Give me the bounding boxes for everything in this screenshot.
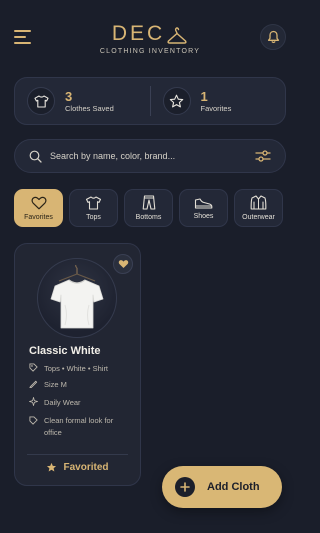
category-tabs: Favorites Tops Bottoms Shoes Outerwear [14,189,283,227]
white-tshirt-image [50,265,104,329]
item-occasion-text: Daily Wear [44,398,81,407]
item-tags: Tops • White • Shirt [29,363,108,375]
heart-icon [31,196,46,209]
favorited-label: Favorited [63,462,109,473]
add-cloth-button[interactable]: Add Cloth [162,466,282,508]
item-size-text: Size M [44,380,67,389]
pants-icon [142,195,155,210]
ruler-pencil-icon [29,380,38,388]
jacket-icon [250,195,267,210]
star-filled-icon [47,462,57,472]
card-divider [27,454,128,455]
brand-header: DEC CLOTHING INVENTORY [0,22,300,55]
search-bar [14,139,286,173]
tab-label: Favorites [24,213,53,221]
tab-outerwear[interactable]: Outerwear [234,189,283,227]
stat-favorites: 1 Favorites [151,87,286,115]
search-input[interactable] [50,151,255,161]
tab-label: Bottoms [135,214,162,221]
search-icon [29,150,42,163]
tab-tops[interactable]: Tops [69,189,118,227]
item-occasion: Daily Wear [29,397,81,409]
saved-count: 3 [65,88,73,104]
tab-bottoms[interactable]: Bottoms [124,189,173,227]
add-cloth-label: Add Cloth [207,481,260,493]
item-tags-text: Tops • White • Shirt [44,364,109,373]
tab-label: Outerwear [242,214,275,221]
favorite-toggle-button[interactable] [113,254,133,274]
favorites-count: 1 [200,88,208,104]
clothes-hanger-icon [167,27,187,44]
brand-subtitle: CLOTHING INVENTORY [99,48,201,55]
shoe-icon [194,197,213,209]
shirt-icon [85,195,102,210]
filter-sliders-icon[interactable] [255,149,271,163]
favorites-label: Favorites [200,103,232,113]
item-note-text: Clean formal look for office [44,416,114,437]
brand-title: DEC [111,22,166,45]
star-icon [162,87,191,115]
tab-shoes[interactable]: Shoes [179,189,228,227]
stat-clothes-saved: 3 Clothes Saved [15,87,150,115]
label-tag-icon [29,416,38,425]
stats-card: 3 Clothes Saved 1 Favorites [14,77,286,125]
tab-label: Shoes [193,212,214,220]
favorited-status: Favorited [15,462,140,473]
tab-label: Tops [86,213,101,221]
item-name: Classic White [29,345,101,357]
shirt-icon [27,87,55,115]
item-size: Size M [29,379,67,391]
heart-filled-icon [118,260,128,268]
plus-icon [175,477,195,497]
saved-label: Clothes Saved [65,103,114,113]
item-note: Clean formal look for office [29,415,133,439]
bell-icon [267,30,279,44]
tag-icon [29,363,38,372]
item-image [37,258,117,338]
sparkle-icon [29,397,38,406]
tab-favorites[interactable]: Favorites [14,189,63,227]
clothing-item-card[interactable]: Classic White Tops • White • Shirt Size … [14,243,141,486]
brand-logo: DEC [112,22,188,46]
notifications-button[interactable] [260,24,286,50]
